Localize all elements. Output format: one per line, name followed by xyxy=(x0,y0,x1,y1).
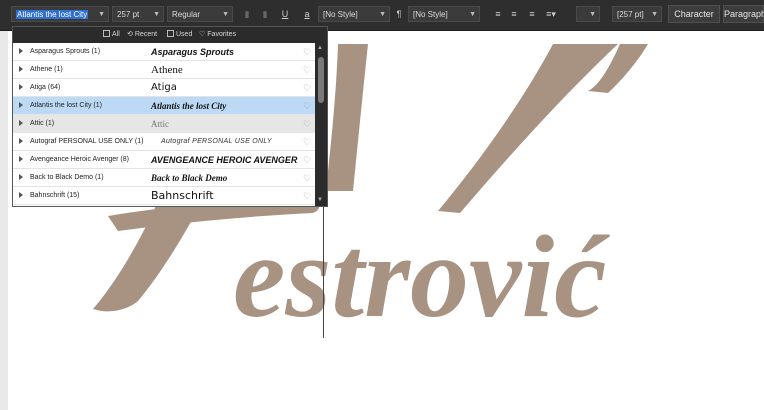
font-weight-value: Regular xyxy=(172,10,201,19)
font-filter-bar: All ⟲ Recent Used ♡ Favorites xyxy=(13,27,327,43)
font-name: Avengeance Heroic Avenger (8) xyxy=(30,156,129,163)
heart-icon: ♡ xyxy=(199,31,206,38)
font-row[interactable]: Avengeance Heroic Avenger (8) AVENGEANCE… xyxy=(13,151,315,169)
italic-button[interactable]: ▮ xyxy=(258,5,272,23)
font-weight-field[interactable]: Regular ▼ xyxy=(167,6,233,22)
chevron-down-icon: ▼ xyxy=(153,11,160,18)
favorite-heart-icon[interactable]: ♡ xyxy=(303,173,311,183)
favorite-heart-icon[interactable]: ♡ xyxy=(303,47,311,57)
align-left-button[interactable]: ≡ xyxy=(492,5,504,23)
chevron-down-icon: ▼ xyxy=(98,11,105,18)
expand-triangle-icon[interactable] xyxy=(19,48,23,54)
chevron-down-icon: ▼ xyxy=(651,11,658,18)
font-row[interactable]: Asparagus Sprouts (1) Asparagus Sprouts … xyxy=(13,43,315,61)
filter-favorites[interactable]: ♡ Favorites xyxy=(199,29,236,41)
font-preview: Attic xyxy=(151,119,169,129)
font-name: Attic (1) xyxy=(30,120,55,127)
paragraph-style-field[interactable]: [No Style] ▼ xyxy=(408,6,480,22)
expand-triangle-icon[interactable] xyxy=(19,138,23,144)
font-list-scrollbar[interactable]: ▲ ▼ xyxy=(315,43,327,206)
font-preview: Back to Black Demo xyxy=(151,173,228,183)
expand-triangle-icon[interactable] xyxy=(19,192,23,198)
expand-triangle-icon[interactable] xyxy=(19,84,23,90)
favorite-heart-icon[interactable]: ♡ xyxy=(303,191,311,201)
font-row[interactable]: Autograf PERSONAL USE ONLY (1) Autograf … xyxy=(13,133,315,151)
expand-triangle-icon[interactable] xyxy=(19,66,23,72)
font-list-panel: All ⟲ Recent Used ♡ Favorites Asparagus Sp… xyxy=(12,26,328,207)
font-preview: Autograf PERSONAL USE ONLY xyxy=(161,138,272,145)
paragraph-panel-button[interactable]: Paragraph xyxy=(723,5,764,23)
favorite-heart-icon[interactable]: ♡ xyxy=(303,65,311,75)
chevron-down-icon: ▼ xyxy=(379,11,386,18)
font-family-field[interactable]: Atlantis the lost City ▼ xyxy=(11,6,109,22)
font-preview: Bahnschrift xyxy=(151,189,214,202)
favorite-heart-icon[interactable]: ♡ xyxy=(303,137,311,147)
scroll-down-icon[interactable]: ▼ xyxy=(317,197,323,203)
used-icon xyxy=(167,30,174,37)
font-family-value: Atlantis the lost City xyxy=(16,10,89,19)
paragraph-style-value: [No Style] xyxy=(413,10,448,19)
all-icon xyxy=(103,30,110,37)
font-name: Back to Black Demo (1) xyxy=(30,174,104,181)
favorite-heart-icon[interactable]: ♡ xyxy=(303,83,311,93)
font-row-selected[interactable]: Atlantis the lost City (1) Atlantis the … xyxy=(13,97,315,115)
font-size-value: 257 pt xyxy=(117,10,140,19)
font-name: Atiga (64) xyxy=(30,84,61,91)
bold-button[interactable]: ▮ xyxy=(240,5,254,23)
font-size-field[interactable]: 257 pt ▼ xyxy=(112,6,164,22)
font-preview: Atlantis the lost City xyxy=(151,101,227,111)
character-style-value: [No Style] xyxy=(323,10,358,19)
font-preview: AVENGEANCE HEROIC AVENGER xyxy=(151,155,298,165)
filter-all[interactable]: All xyxy=(103,29,120,41)
expand-triangle-icon[interactable] xyxy=(19,102,23,108)
underline-button[interactable]: U xyxy=(278,5,292,23)
chevron-down-icon: ▼ xyxy=(589,11,596,18)
filter-recent[interactable]: ⟲ Recent xyxy=(127,29,157,41)
scroll-thumb[interactable] xyxy=(318,57,324,103)
font-list[interactable]: Asparagus Sprouts (1) Asparagus Sprouts … xyxy=(13,43,315,206)
chevron-down-icon: ▼ xyxy=(469,11,476,18)
font-row[interactable]: Bahnschrift (15) Bahnschrift ♡ xyxy=(13,187,315,205)
font-name: Athene (1) xyxy=(30,66,63,73)
indent-field[interactable]: ▼ xyxy=(576,6,600,22)
justify-button[interactable]: ≡▾ xyxy=(542,5,560,23)
character-style-icon: a xyxy=(304,9,310,19)
font-row[interactable]: Athene (1) Athene ♡ xyxy=(13,61,315,79)
font-preview: Atiga xyxy=(151,82,177,93)
font-name: Autograf PERSONAL USE ONLY (1) xyxy=(30,138,144,145)
favorite-heart-icon[interactable]: ♡ xyxy=(303,155,311,165)
recent-icon: ⟲ xyxy=(127,31,133,38)
expand-triangle-icon[interactable] xyxy=(19,174,23,180)
favorite-heart-icon[interactable]: ♡ xyxy=(303,119,311,129)
leading-value: [257 pt] xyxy=(617,10,644,19)
favorite-heart-icon[interactable]: ♡ xyxy=(303,101,311,111)
align-right-button[interactable]: ≡ xyxy=(526,5,538,23)
leading-field[interactable]: [257 pt] ▼ xyxy=(612,6,662,22)
font-row-hover[interactable]: Attic (1) Attic ♡ xyxy=(13,115,315,133)
expand-triangle-icon[interactable] xyxy=(19,156,23,162)
artwork-text: estrović xyxy=(233,211,610,342)
font-preview: Athene xyxy=(151,64,183,76)
font-preview: Asparagus Sprouts xyxy=(151,47,235,57)
align-center-button[interactable]: ≡ xyxy=(508,5,520,23)
font-name: Asparagus Sprouts (1) xyxy=(30,48,101,55)
character-style-field[interactable]: [No Style] ▼ xyxy=(318,6,390,22)
expand-triangle-icon[interactable] xyxy=(19,120,23,126)
font-row[interactable]: Atiga (64) Atiga ♡ xyxy=(13,79,315,97)
character-panel-button[interactable]: Character xyxy=(668,5,720,23)
font-name: Atlantis the lost City (1) xyxy=(30,102,102,109)
filter-used[interactable]: Used xyxy=(167,29,192,41)
chevron-down-icon: ▼ xyxy=(222,11,229,18)
font-name: Bahnschrift (15) xyxy=(30,192,80,199)
paragraph-style-icon: ¶ xyxy=(396,9,402,19)
font-row[interactable]: Back to Black Demo (1) Back to Black Dem… xyxy=(13,169,315,187)
scroll-up-icon[interactable]: ▲ xyxy=(317,45,323,51)
